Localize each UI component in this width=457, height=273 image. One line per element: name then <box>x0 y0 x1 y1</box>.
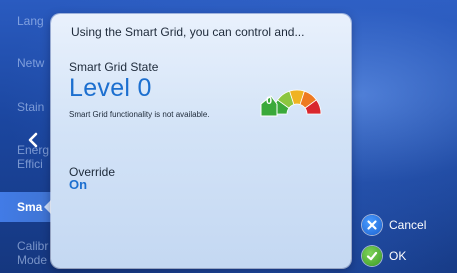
override-value[interactable]: On <box>69 177 87 192</box>
smart-grid-state-label: Smart Grid State <box>69 60 159 74</box>
cancel-button-label: Cancel <box>389 218 427 232</box>
cancel-button[interactable]: Cancel <box>362 214 426 236</box>
gauge-level-number: 0 <box>265 95 273 107</box>
smart-grid-screen: Lang Netw Stain Energ Effici Sma Calibr … <box>0 0 457 273</box>
smart-grid-description: Smart Grid functionality is not availabl… <box>69 110 210 119</box>
dialog-title: Using the Smart Grid, you can control an… <box>71 25 305 39</box>
ok-button[interactable]: OK <box>362 245 406 267</box>
close-icon <box>362 215 382 235</box>
chevron-left-icon[interactable] <box>25 132 41 148</box>
smart-grid-level-value: Level 0 <box>69 74 152 102</box>
smart-grid-dialog: Using the Smart Grid, you can control an… <box>51 14 351 268</box>
ok-button-label: OK <box>389 249 407 263</box>
checkmark-icon <box>362 246 382 266</box>
